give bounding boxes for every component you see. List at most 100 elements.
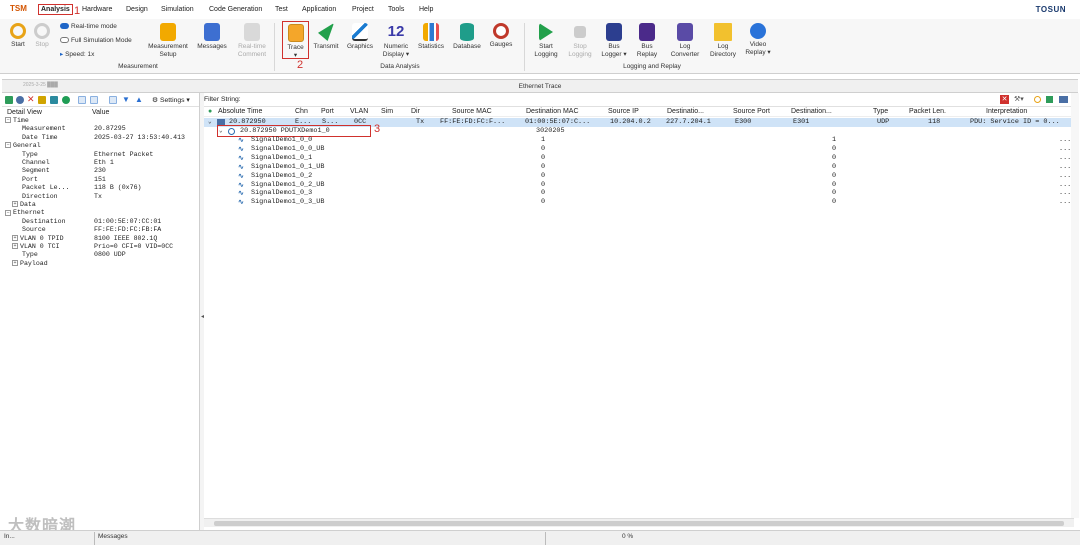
menu-project[interactable]: Project <box>352 6 374 13</box>
bus-replay-button[interactable]: Bus Replay <box>632 23 662 59</box>
col-destination-port[interactable]: Destination... <box>791 108 832 115</box>
scroll-thumb[interactable] <box>214 521 1064 526</box>
col-source-mac[interactable]: Source MAC <box>452 108 492 115</box>
transmit-button[interactable]: Transmit <box>311 23 341 51</box>
gauges-button[interactable]: Gauges <box>487 23 515 49</box>
detail-row[interactable]: Source FF:FE:FD:FC:FB:FA <box>2 226 198 234</box>
link-icon[interactable] <box>1034 96 1041 103</box>
graphics-button[interactable]: Graphics <box>345 23 375 51</box>
signal-more[interactable]: ... <box>1059 198 1071 206</box>
col-interpretation[interactable]: Interpretation <box>986 108 1027 115</box>
messages-button[interactable]: Messages <box>196 23 228 51</box>
collapse-icon[interactable]: ⌄ <box>208 118 212 125</box>
signal-row[interactable]: ∿ SignalDemo1_0_2_UB 0 0... <box>204 181 1078 190</box>
layout-icon[interactable] <box>1059 96 1068 103</box>
statistics-button[interactable]: Statistics <box>416 23 446 51</box>
measurement-setup-button[interactable]: Measurement Setup <box>145 23 191 59</box>
col-absolute-time[interactable]: Absolute Time <box>218 108 262 115</box>
expand-icon[interactable]: + <box>12 201 18 208</box>
detail-row[interactable]: Type 0800 UDP <box>2 251 198 259</box>
col-chn[interactable]: Chn <box>295 108 308 115</box>
arrow-up-icon[interactable]: ▲ <box>135 95 143 104</box>
bus-logger-button[interactable]: Bus Logger ▾ <box>598 23 630 59</box>
trace-button[interactable]: Trace ▾ <box>282 21 309 59</box>
detail-row[interactable]: − Ethernet <box>2 209 198 217</box>
log-directory-button[interactable]: Log Directory <box>706 23 740 59</box>
database-button[interactable]: Database <box>451 23 483 51</box>
detail-row[interactable]: Destination 01:00:5E:07:CC:01 <box>2 218 198 226</box>
menu-design[interactable]: Design <box>126 6 148 13</box>
refresh-icon[interactable] <box>62 96 70 104</box>
numeric-display-button[interactable]: 12 Numeric Display ▾ <box>380 23 412 59</box>
signal-more[interactable]: ... <box>1059 136 1071 144</box>
signal-row[interactable]: ∿ SignalDemo1_0_2 0 0... <box>204 172 1078 181</box>
filter-icon[interactable] <box>16 96 24 104</box>
grid-icon[interactable] <box>109 96 117 104</box>
col-destination-mac[interactable]: Destination MAC <box>526 108 579 115</box>
col-port[interactable]: Port <box>321 108 334 115</box>
col-packet-len[interactable]: Packet Len. <box>909 108 946 115</box>
column-icon[interactable] <box>90 96 98 104</box>
detail-row[interactable]: + Payload <box>2 260 198 268</box>
col-type[interactable]: Type <box>873 108 888 115</box>
collapse-icon[interactable]: − <box>5 142 11 149</box>
speed-selector[interactable]: ▸ Speed: 1x <box>60 50 94 58</box>
menu-hardware[interactable]: Hardware <box>82 6 112 13</box>
signal-more[interactable]: ... <box>1059 145 1071 153</box>
menu-help[interactable]: Help <box>419 6 433 13</box>
log-converter-button[interactable]: Log Converter <box>667 23 703 59</box>
signal-more[interactable]: ... <box>1059 189 1071 197</box>
col-source-ip[interactable]: Source IP <box>608 108 639 115</box>
signal-row[interactable]: ∿ SignalDemo1_0_1_UB 0 0... <box>204 163 1078 172</box>
expand-icon[interactable]: + <box>12 243 18 250</box>
detail-row[interactable]: − General <box>2 142 198 150</box>
menu-code-generation[interactable]: Code Generation <box>209 6 262 13</box>
horizontal-scrollbar[interactable] <box>204 518 1074 527</box>
menu-application[interactable]: Application <box>302 6 336 13</box>
detail-row[interactable]: + Data <box>2 201 198 209</box>
video-replay-button[interactable]: Video Replay ▾ <box>742 23 774 57</box>
col-dir[interactable]: Dir <box>411 108 420 115</box>
menu-simulation[interactable]: Simulation <box>161 6 194 13</box>
col-sim[interactable]: Sim <box>381 108 393 115</box>
detail-row[interactable]: Port 151 <box>2 176 198 184</box>
start-logging-button[interactable]: Start Logging <box>531 23 561 59</box>
highlight-icon[interactable] <box>38 96 46 104</box>
signal-row[interactable]: ∿ SignalDemo1_0_1 0 0... <box>204 154 1078 163</box>
col-destination-ip[interactable]: Destinatio... <box>667 108 704 115</box>
signal-more[interactable]: ... <box>1059 154 1071 162</box>
detail-row[interactable]: Direction Tx <box>2 193 198 201</box>
vertical-scrollbar[interactable] <box>1071 93 1079 518</box>
start-button[interactable]: Start <box>6 23 30 49</box>
pause-icon[interactable] <box>5 96 13 104</box>
collapse-icon[interactable]: − <box>5 209 11 216</box>
expand-icon[interactable]: + <box>12 234 18 241</box>
detail-row[interactable]: Channel Eth 1 <box>2 159 198 167</box>
expand-icon[interactable]: + <box>12 260 18 267</box>
arrow-down-icon[interactable]: ▼ <box>122 95 130 104</box>
clear-icon[interactable]: ✕ <box>27 94 35 104</box>
stop-button[interactable]: Stop <box>30 23 54 49</box>
detail-row[interactable]: + VLAN 0 TCI Prio=0 CFI=0 VID=0CC <box>2 243 198 251</box>
full-simulation-toggle[interactable]: Full Simulation Mode <box>60 37 132 44</box>
realtime-mode-toggle[interactable]: Real-time mode <box>60 23 117 30</box>
menu-analysis[interactable]: Analysis <box>38 4 73 15</box>
signal-more[interactable]: ... <box>1059 172 1071 180</box>
realtime-comment-button[interactable]: Real-time Comment <box>234 23 270 59</box>
col-vlan[interactable]: VLAN <box>350 108 368 115</box>
wrench-icon[interactable]: ⚒▾ <box>1014 95 1024 103</box>
save-icon[interactable] <box>50 96 58 104</box>
filter-input[interactable] <box>244 95 994 105</box>
detail-row[interactable]: Segment 230 <box>2 167 198 175</box>
col-source-port[interactable]: Source Port <box>733 108 770 115</box>
menu-tools[interactable]: Tools <box>388 6 404 13</box>
signal-row[interactable]: ∿ SignalDemo1_0_0_UB 0 0... <box>204 145 1078 154</box>
clear-filter-icon[interactable]: ✕ <box>1000 95 1009 104</box>
signal-row[interactable]: ∿ SignalDemo1_0_3 0 0... <box>204 189 1078 198</box>
detail-row[interactable]: Type Ethernet Packet <box>2 151 198 159</box>
detail-row[interactable]: Packet Le... 118 B (0x76) <box>2 184 198 192</box>
view-mode-icon[interactable] <box>78 96 86 104</box>
detail-row[interactable]: Measurement 20.87295 <box>2 125 198 133</box>
detail-row[interactable]: − Time <box>2 117 198 125</box>
signal-more[interactable]: ... <box>1059 181 1071 189</box>
